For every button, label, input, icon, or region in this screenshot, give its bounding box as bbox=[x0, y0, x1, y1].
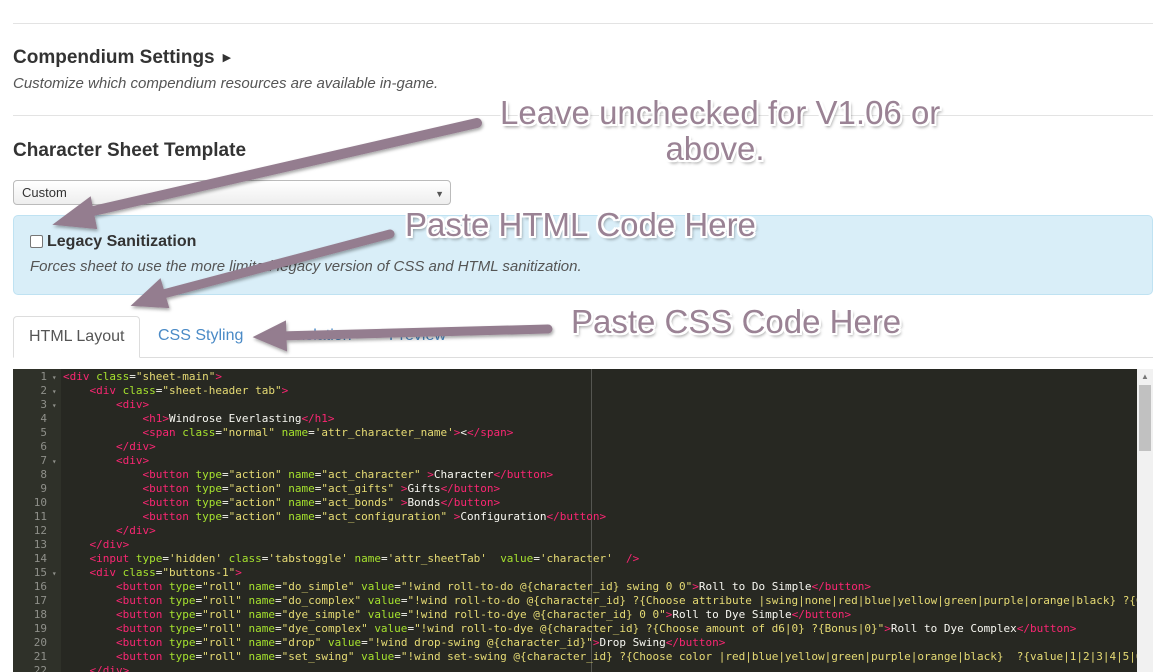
code-line[interactable]: 19 <button type="roll" name="dye_complex… bbox=[13, 622, 1137, 636]
line-number: 16 bbox=[33, 580, 47, 593]
code-line[interactable]: 12 </div> bbox=[13, 524, 1137, 538]
code-line[interactable]: 13 </div> bbox=[13, 538, 1137, 552]
code-line[interactable]: 15 ▾ <div class="buttons-1"> bbox=[13, 566, 1137, 580]
line-number: 10 bbox=[33, 496, 47, 509]
fold-arrow-icon[interactable]: ▾ bbox=[47, 385, 61, 399]
code-line[interactable]: 9 <button type="action" name="act_gifts"… bbox=[13, 482, 1137, 496]
css-annotation: Paste CSS Code Here bbox=[571, 303, 902, 340]
code-line[interactable]: 17 <button type="roll" name="do_complex"… bbox=[13, 594, 1153, 608]
scrollbar-thumb[interactable] bbox=[1139, 385, 1151, 451]
line-number: 11 bbox=[33, 510, 47, 523]
legacy-annotation: Leave unchecked for V1.06 or above. bbox=[500, 94, 941, 167]
line-number: 3 bbox=[40, 398, 47, 411]
fold-arrow-icon[interactable]: ▾ bbox=[47, 455, 61, 469]
code-line[interactable]: 4 <h1>Windrose Everlasting</h1> bbox=[13, 412, 1137, 426]
code-text: <button type="roll" name="set_swing" val… bbox=[115, 650, 1143, 663]
code-text: </div> bbox=[89, 664, 130, 672]
tab-css-styling[interactable]: CSS Styling bbox=[143, 316, 258, 358]
code-line[interactable]: 11 <button type="action" name="act_confi… bbox=[13, 510, 1137, 524]
code-line[interactable]: 7 ▾ <div> bbox=[13, 454, 1137, 468]
code-text: <button type="action" name="act_gifts" >… bbox=[142, 482, 501, 495]
code-line[interactable]: 18 <button type="roll" name="dye_simple"… bbox=[13, 608, 1137, 622]
line-number: 18 bbox=[33, 608, 47, 621]
tab-preview[interactable]: Preview bbox=[374, 316, 461, 358]
line-number: 13 bbox=[33, 538, 47, 551]
code-line[interactable]: 21 <button type="roll" name="set_swing" … bbox=[13, 650, 1143, 664]
code-text: <div> bbox=[115, 398, 150, 411]
editor-scrollbar[interactable]: ▲ bbox=[1137, 369, 1153, 672]
scroll-up-arrow-icon[interactable]: ▲ bbox=[1141, 372, 1149, 381]
code-text: <button type="roll" name="do_simple" val… bbox=[115, 580, 872, 593]
code-text: <button type="roll" name="dye_complex" v… bbox=[115, 622, 1077, 635]
character-sheet-template-heading: Character Sheet Template bbox=[13, 140, 247, 161]
line-number: 12 bbox=[33, 524, 47, 537]
code-text: <h1>Windrose Everlasting</h1> bbox=[142, 412, 335, 425]
code-text: <button type="action" name="act_characte… bbox=[142, 468, 554, 481]
line-number: 4 bbox=[40, 412, 47, 425]
fold-arrow-icon[interactable]: ▾ bbox=[47, 567, 61, 581]
line-number: 15 bbox=[33, 566, 47, 579]
fold-arrow-icon[interactable]: ▾ bbox=[47, 399, 61, 413]
line-number: 21 bbox=[33, 650, 47, 663]
line-number: 7 bbox=[40, 454, 47, 467]
code-line[interactable]: 22 </div> bbox=[13, 664, 1137, 672]
line-number: 2 bbox=[40, 384, 47, 397]
compendium-settings-title: Compendium Settings bbox=[13, 47, 215, 68]
chevron-down-icon: ▼ bbox=[435, 189, 444, 199]
line-number: 5 bbox=[40, 426, 47, 439]
fold-arrow-icon[interactable]: ▾ bbox=[47, 371, 61, 385]
code-text: <button type="action" name="act_configur… bbox=[142, 510, 607, 523]
line-number: 8 bbox=[40, 468, 47, 481]
line-number: 19 bbox=[33, 622, 47, 635]
line-number: 22 bbox=[33, 664, 47, 672]
code-line[interactable]: 8 <button type="action" name="act_charac… bbox=[13, 468, 1137, 482]
code-text: <button type="roll" name="dye_simple" va… bbox=[115, 608, 852, 621]
line-number: 20 bbox=[33, 636, 47, 649]
compendium-settings-description: Customize which compendium resources are… bbox=[13, 75, 439, 92]
code-line[interactable]: 1 ▾ <div class="sheet-main"> bbox=[13, 370, 1137, 384]
code-text: </div> bbox=[115, 524, 156, 537]
legacy-sanitization-label[interactable]: Legacy Sanitization bbox=[47, 233, 196, 251]
code-line[interactable]: 20 <button type="roll" name="drop" value… bbox=[13, 636, 1137, 650]
template-select[interactable]: Custom ▼ bbox=[13, 180, 451, 205]
code-line[interactable]: 2 ▾ <div class="sheet-header tab"> bbox=[13, 384, 1137, 398]
code-text: <div> bbox=[115, 454, 150, 467]
code-line[interactable]: 5 <span class="normal" name='attr_charac… bbox=[13, 426, 1137, 440]
tab-translation[interactable]: Translation bbox=[258, 316, 367, 358]
legacy-annotation-line1: Leave unchecked for V1.06 or bbox=[500, 94, 941, 131]
legacy-sanitization-checkbox[interactable] bbox=[30, 235, 43, 248]
top-divider bbox=[13, 23, 1153, 24]
tab-html-layout[interactable]: HTML Layout bbox=[13, 316, 141, 358]
expand-triangle-icon[interactable]: ▶ bbox=[223, 52, 231, 64]
legacy-sanitization-description: Forces sheet to use the more limited leg… bbox=[30, 258, 582, 275]
legacy-annotation-line2: above. bbox=[665, 130, 765, 167]
code-text: </div> bbox=[89, 538, 130, 551]
code-line[interactable]: 16 <button type="roll" name="do_simple" … bbox=[13, 580, 1137, 594]
template-select-value: Custom bbox=[22, 185, 67, 200]
compendium-settings-heading[interactable]: Compendium Settings ▶ bbox=[13, 47, 231, 69]
code-text: </div> bbox=[115, 440, 156, 453]
line-number: 17 bbox=[33, 594, 47, 607]
code-line[interactable]: 3 ▾ <div> bbox=[13, 398, 1137, 412]
code-text: <input type='hidden' class='tabstoggle' … bbox=[89, 552, 640, 565]
line-number: 1 bbox=[40, 370, 47, 383]
code-text: <span class="normal" name='attr_characte… bbox=[142, 426, 514, 439]
code-text: <div class="sheet-header tab"> bbox=[89, 384, 289, 397]
line-number: 6 bbox=[40, 440, 47, 453]
code-line[interactable]: 10 <button type="action" name="act_bonds… bbox=[13, 496, 1137, 510]
line-number: 14 bbox=[33, 552, 47, 565]
code-text: <button type="roll" name="do_complex" va… bbox=[115, 594, 1153, 607]
code-text: <button type="action" name="act_bonds" >… bbox=[142, 496, 501, 509]
html-annotation: Paste HTML Code Here bbox=[405, 206, 756, 243]
code-text: <button type="roll" name="drop" value="!… bbox=[115, 636, 726, 649]
code-line[interactable]: 6 </div> bbox=[13, 440, 1137, 454]
code-line[interactable]: 14 <input type='hidden' class='tabstoggl… bbox=[13, 552, 1137, 566]
code-text: <div class="sheet-main"> bbox=[63, 370, 222, 383]
code-text: <div class="buttons-1"> bbox=[89, 566, 242, 579]
line-number: 9 bbox=[40, 482, 47, 495]
html-code-editor[interactable]: 1 ▾ <div class="sheet-main"> 2 ▾ <div clas… bbox=[13, 369, 1153, 672]
